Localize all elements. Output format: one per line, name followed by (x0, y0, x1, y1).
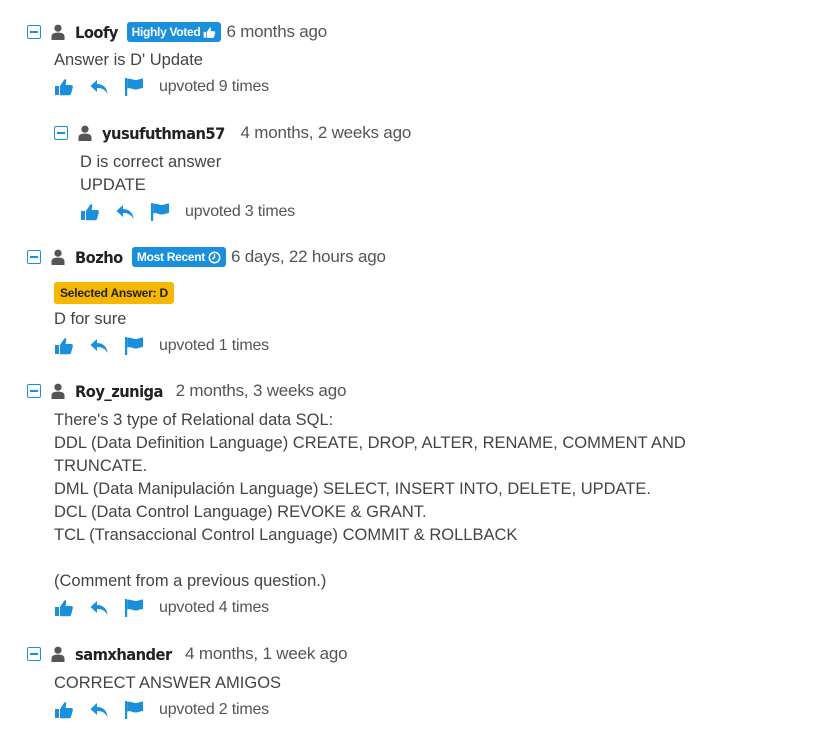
reply-icon[interactable] (89, 700, 109, 720)
badge-label: Most Recent (136, 250, 205, 264)
comment-body: There's 3 type of Relational data SQL: D… (54, 409, 686, 593)
collapse-toggle-icon[interactable] (27, 250, 41, 264)
comment-line: TCL (Transaccional Control Language) COM… (54, 526, 518, 544)
comment-date: 6 months ago (226, 22, 328, 41)
report-flag-icon[interactable] (124, 336, 144, 356)
comment-actions: upvoted 2 times (54, 700, 269, 720)
report-flag-icon[interactable] (124, 700, 144, 720)
comment-line: TRUNCATE. (54, 457, 148, 475)
comment-date: 6 days, 22 hours ago (230, 247, 386, 266)
upvote-icon[interactable] (54, 336, 74, 356)
upvote-count: upvoted 1 times (159, 337, 269, 354)
comment-actions: upvoted 3 times (80, 202, 295, 222)
comment-body: D is correct answer UPDATE (80, 151, 221, 197)
upvote-icon[interactable] (54, 598, 74, 618)
comment-actions: upvoted 9 times (54, 77, 269, 97)
username[interactable]: yusufuthman57 (102, 124, 225, 143)
comment-line: DML (Data Manipulación Language) SELECT,… (54, 480, 651, 498)
user-icon (51, 249, 65, 265)
comment-date: 2 months, 3 weeks ago (175, 381, 347, 400)
upvote-count: upvoted 4 times (159, 599, 269, 616)
comment-line: CORRECT ANSWER AMIGOS (54, 674, 282, 692)
upvote-count: upvoted 3 times (185, 203, 295, 220)
comment-line: D is correct answer (80, 153, 222, 171)
comment-body: D for sure (54, 308, 126, 331)
upvote-count: upvoted 9 times (159, 78, 269, 95)
thumbs-up-icon (204, 26, 216, 38)
username[interactable]: Loofy (75, 23, 118, 42)
selected-answer-badge: Selected Answer: D (54, 282, 174, 304)
username[interactable]: samxhander (75, 645, 172, 664)
comment-date: 4 months, 2 weeks ago (240, 123, 412, 142)
comment-line: DCL (Data Control Language) REVOKE & GRA… (54, 503, 427, 521)
reply-icon[interactable] (89, 598, 109, 618)
collapse-toggle-icon[interactable] (27, 384, 41, 398)
comment-header: Roy_zuniga 2 months, 3 weeks ago (27, 379, 346, 403)
username[interactable]: Roy_zuniga (75, 382, 163, 401)
collapse-toggle-icon[interactable] (27, 647, 41, 661)
comment-line: There's 3 type of Relational data SQL: (54, 411, 334, 429)
comment-line (54, 547, 686, 570)
upvote-icon[interactable] (54, 700, 74, 720)
collapse-toggle-icon[interactable] (27, 25, 41, 39)
reply-icon[interactable] (115, 202, 135, 222)
comment-line: (Comment from a previous question.) (54, 572, 327, 590)
user-icon (51, 383, 65, 399)
comment-body: Answer is D' Update (54, 49, 203, 72)
reply-icon[interactable] (89, 77, 109, 97)
comment-actions: upvoted 4 times (54, 598, 269, 618)
username[interactable]: Bozho (75, 248, 123, 267)
report-flag-icon[interactable] (124, 598, 144, 618)
upvote-count: upvoted 2 times (159, 701, 269, 718)
user-icon (78, 125, 92, 141)
user-icon (51, 24, 65, 40)
badge-label: Highly Voted (131, 25, 201, 39)
user-icon (51, 646, 65, 662)
reply-icon[interactable] (89, 336, 109, 356)
comment-actions: upvoted 1 times (54, 336, 269, 356)
comment-header: Bozho Most Recent 6 days, 22 hours ago (27, 245, 386, 269)
comment-line: D for sure (54, 310, 127, 328)
collapse-toggle-icon[interactable] (54, 126, 68, 140)
comment-body: CORRECT ANSWER AMIGOS (54, 672, 281, 695)
comment-header: yusufuthman57 4 months, 2 weeks ago (54, 121, 411, 145)
highly-voted-badge: Highly Voted (126, 22, 222, 42)
comment-header: Loofy Highly Voted 6 months ago (27, 20, 327, 44)
comment-date: 4 months, 1 week ago (185, 644, 348, 663)
report-flag-icon[interactable] (124, 77, 144, 97)
comment-line: DDL (Data Definition Language) CREATE, D… (54, 434, 686, 452)
most-recent-badge: Most Recent (131, 247, 226, 267)
upvote-icon[interactable] (80, 202, 100, 222)
report-flag-icon[interactable] (150, 202, 170, 222)
upvote-icon[interactable] (54, 77, 74, 97)
comment-line: UPDATE (80, 176, 146, 194)
clock-icon (208, 251, 221, 263)
comment-header: samxhander 4 months, 1 week ago (27, 642, 348, 666)
comment-line: Answer is D' Update (54, 51, 203, 69)
